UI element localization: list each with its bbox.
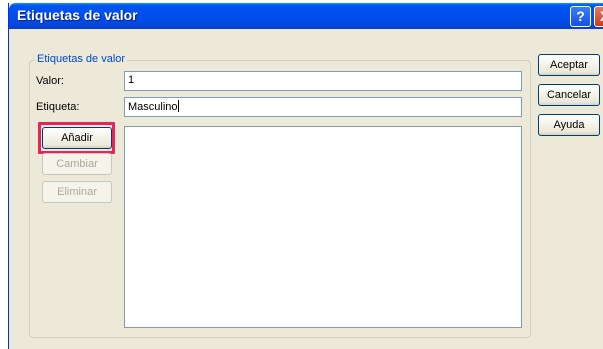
add-button[interactable]: Añadir <box>42 127 112 149</box>
help-icon[interactable]: ? <box>570 6 591 27</box>
etiqueta-value: Masculino <box>128 101 178 113</box>
remove-button[interactable]: Eliminar <box>42 181 112 203</box>
valor-value: 1 <box>128 74 135 86</box>
etiqueta-input[interactable]: Masculino <box>124 97 522 117</box>
title-bar[interactable]: Etiquetas de valor ? X <box>9 3 603 29</box>
valor-label: Valor: <box>36 75 64 87</box>
value-labels-list[interactable] <box>124 126 522 328</box>
help-button[interactable]: Ayuda <box>538 114 600 136</box>
group-label: Etiquetas de valor <box>35 53 128 65</box>
change-button[interactable]: Cambiar <box>42 153 112 175</box>
cancel-button[interactable]: Cancelar <box>538 84 600 106</box>
dialog-title: Etiquetas de valor <box>17 7 138 23</box>
accept-button[interactable]: Aceptar <box>538 54 600 76</box>
close-icon[interactable]: X <box>594 6 603 27</box>
text-caret <box>177 100 179 112</box>
etiqueta-label: Etiqueta: <box>36 101 80 113</box>
valor-input[interactable]: 1 <box>124 71 522 91</box>
